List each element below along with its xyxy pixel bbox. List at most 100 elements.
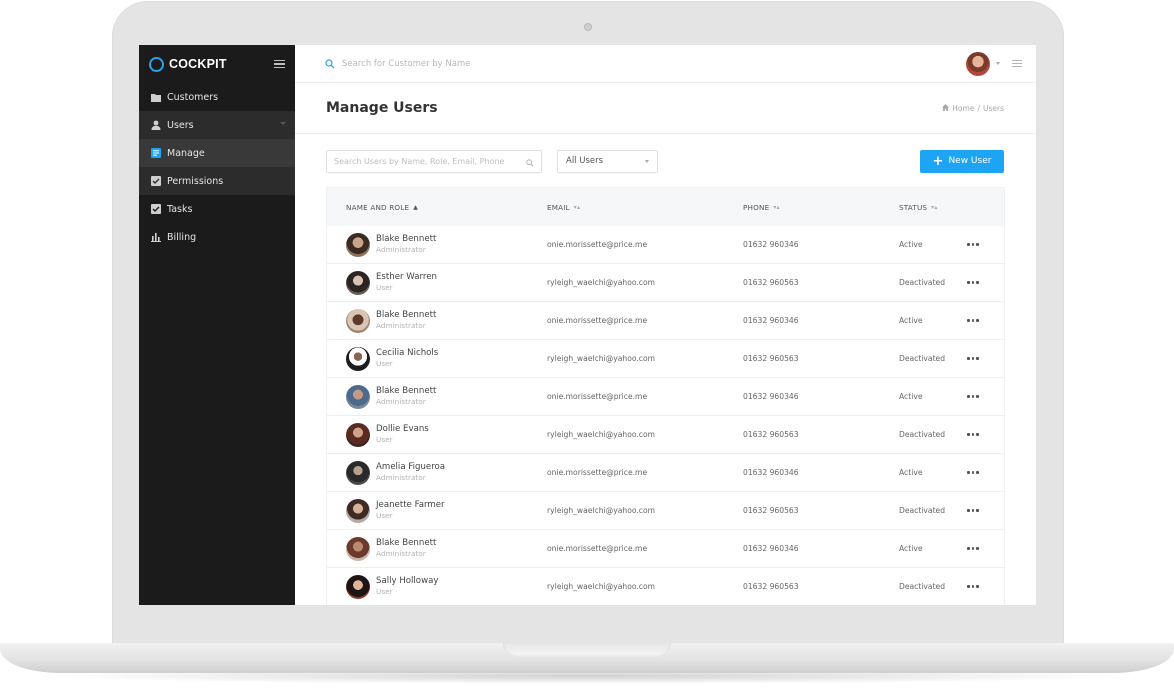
- user-filter-select[interactable]: All Users: [557, 149, 658, 173]
- table-row[interactable]: Dollie Evans User ryleigh_waelchi@yahoo.…: [327, 416, 1004, 454]
- user-avatar: [346, 384, 370, 409]
- user-cell: Jeanette Farmer User: [346, 498, 527, 523]
- user-cell: Blake Bennett Administrator: [346, 308, 527, 333]
- user-email: ryleigh_waelchi@yahoo.com: [547, 430, 656, 439]
- user-email: onie.morissette@price.me: [547, 392, 648, 401]
- column-label: PHONE: [743, 202, 770, 212]
- more-actions-icon[interactable]: [963, 315, 983, 326]
- user-email: onie.morissette@price.me: [547, 468, 648, 477]
- user-status: Active: [899, 392, 923, 401]
- sidebar-item-label: Customers: [167, 91, 219, 103]
- user-phone: 01632 960346: [743, 240, 799, 249]
- user-icon: [150, 120, 161, 131]
- more-actions-icon[interactable]: [963, 391, 983, 402]
- user-name[interactable]: Blake Bennett: [376, 310, 436, 321]
- search-icon[interactable]: [526, 152, 534, 171]
- sidebar-item-permissions[interactable]: Permissions: [139, 167, 295, 195]
- user-name[interactable]: Esther Warren: [376, 272, 437, 283]
- sidebar-item-users[interactable]: Users: [139, 111, 295, 139]
- user-phone: 01632 960563: [743, 278, 799, 287]
- column-label: STATUS: [899, 202, 928, 212]
- bar-chart-icon: [150, 232, 161, 243]
- user-role: User: [376, 587, 393, 597]
- column-header-status[interactable]: STATUS ▾▴: [879, 203, 959, 212]
- page-header: Manage Users Home / Users: [295, 83, 1036, 134]
- column-label: EMAIL: [547, 202, 570, 212]
- caret-down-icon: [645, 159, 649, 163]
- customer-search-input[interactable]: [342, 58, 642, 69]
- new-user-label: New User: [948, 156, 992, 166]
- user-avatar: [346, 536, 370, 561]
- table-header: NAME AND ROLE ▲ EMAIL ▾▴ PHONE ▾▴ STATUS…: [327, 188, 1004, 226]
- column-header-phone[interactable]: PHONE ▾▴: [723, 203, 879, 212]
- column-header-email[interactable]: EMAIL ▾▴: [527, 203, 723, 212]
- user-email: onie.morissette@price.me: [547, 544, 648, 553]
- table-row[interactable]: Jeanette Farmer User ryleigh_waelchi@yah…: [327, 492, 1004, 530]
- user-name[interactable]: Cecilia Nichols: [376, 348, 438, 359]
- user-email: ryleigh_waelchi@yahoo.com: [547, 354, 656, 363]
- top-bar: [295, 45, 1036, 83]
- main-content: Manage Users Home / Users All Users: [295, 45, 1036, 605]
- more-actions-icon[interactable]: [963, 277, 983, 288]
- user-email: ryleigh_waelchi@yahoo.com: [547, 278, 656, 287]
- user-name[interactable]: Jeanette Farmer: [376, 500, 445, 511]
- current-user-avatar[interactable]: [966, 51, 990, 76]
- user-name[interactable]: Blake Bennett: [376, 386, 436, 397]
- user-phone: 01632 960563: [743, 582, 799, 591]
- column-label: NAME AND ROLE: [346, 202, 410, 212]
- table-row[interactable]: Blake Bennett Administrator onie.morisse…: [327, 302, 1004, 340]
- user-name[interactable]: Amelia Figueroa: [376, 462, 445, 473]
- user-phone: 01632 960563: [743, 354, 799, 363]
- user-cell: Esther Warren User: [346, 270, 527, 295]
- sidebar-item-label: Tasks: [167, 203, 193, 215]
- folder-icon: [150, 92, 161, 103]
- more-actions-icon[interactable]: [963, 353, 983, 364]
- menu-icon[interactable]: [1012, 60, 1022, 67]
- table-row[interactable]: Esther Warren User ryleigh_waelchi@yahoo…: [327, 264, 1004, 302]
- caret-down-icon[interactable]: [996, 62, 1000, 65]
- table-row[interactable]: Blake Bennett Administrator onie.morisse…: [327, 530, 1004, 568]
- user-cell: Blake Bennett Administrator: [346, 384, 527, 409]
- more-actions-icon[interactable]: [963, 581, 983, 592]
- table-row[interactable]: Amelia Figueroa Administrator onie.moris…: [327, 454, 1004, 492]
- filters-bar: All Users + New User: [326, 149, 1004, 173]
- table-row[interactable]: Sally Holloway User ryleigh_waelchi@yaho…: [327, 568, 1004, 605]
- user-email: onie.morissette@price.me: [547, 240, 648, 249]
- user-role: Administrator: [376, 245, 426, 255]
- breadcrumb-separator: /: [977, 103, 980, 113]
- sort-asc-icon: ▲: [413, 203, 419, 211]
- more-actions-icon[interactable]: [963, 467, 983, 478]
- sidebar-item-billing[interactable]: Billing: [139, 223, 295, 251]
- user-search-input[interactable]: [334, 156, 514, 166]
- more-actions-icon[interactable]: [963, 543, 983, 554]
- user-phone: 01632 960563: [743, 430, 799, 439]
- sidebar-toggle-icon[interactable]: [274, 59, 285, 69]
- user-status: Deactivated: [899, 430, 946, 439]
- user-name[interactable]: Dollie Evans: [376, 424, 429, 435]
- sort-icon: ▾▴: [573, 203, 581, 211]
- table-row[interactable]: Blake Bennett Administrator onie.morisse…: [327, 226, 1004, 264]
- user-cell: Dollie Evans User: [346, 422, 527, 447]
- user-phone: 01632 960346: [743, 468, 799, 477]
- user-name[interactable]: Sally Holloway: [376, 576, 438, 587]
- breadcrumb-home[interactable]: Home: [952, 104, 974, 113]
- user-avatar: [346, 498, 370, 523]
- column-header-name[interactable]: NAME AND ROLE ▲: [327, 203, 527, 212]
- breadcrumb: Home / Users: [942, 103, 1004, 113]
- sidebar-item-manage[interactable]: Manage: [139, 139, 295, 167]
- user-name[interactable]: Blake Bennett: [376, 538, 436, 549]
- table-row[interactable]: Cecilia Nichols User ryleigh_waelchi@yah…: [327, 340, 1004, 378]
- more-actions-icon[interactable]: [963, 505, 983, 516]
- sidebar-item-tasks[interactable]: Tasks: [139, 195, 295, 223]
- table-row[interactable]: Blake Bennett Administrator onie.morisse…: [327, 378, 1004, 416]
- user-role: User: [376, 359, 393, 369]
- new-user-button[interactable]: + New User: [920, 149, 1004, 173]
- user-phone: 01632 960346: [743, 544, 799, 553]
- cockpit-logo-icon: [149, 56, 164, 72]
- more-actions-icon[interactable]: [963, 429, 983, 440]
- sidebar-item-customers[interactable]: Customers: [139, 83, 295, 111]
- customer-search: [325, 54, 642, 73]
- user-name[interactable]: Blake Bennett: [376, 234, 436, 245]
- more-actions-icon[interactable]: [963, 239, 983, 250]
- brand-logo-link[interactable]: COCKPIT: [149, 56, 227, 72]
